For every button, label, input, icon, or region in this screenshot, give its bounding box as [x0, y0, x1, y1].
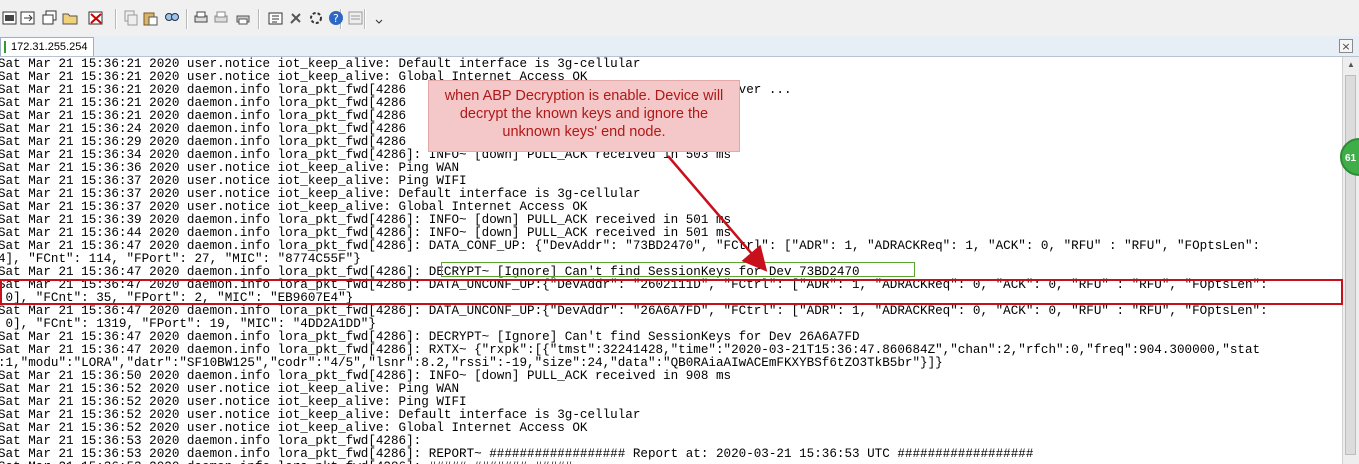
options-icon[interactable]	[268, 10, 284, 26]
script-icon[interactable]	[308, 10, 324, 26]
print-icon[interactable]	[193, 10, 209, 26]
keymap-icon[interactable]	[348, 10, 364, 26]
toolbar-separator	[364, 9, 366, 29]
copy-icon[interactable]	[122, 10, 138, 26]
print-setup-icon[interactable]	[213, 10, 229, 26]
find-icon[interactable]	[164, 10, 180, 26]
session-tab[interactable]: 172.31.255.254	[0, 37, 95, 56]
scroll-thumb[interactable]	[1345, 75, 1356, 455]
open-session-icon[interactable]	[62, 10, 78, 26]
paste-icon[interactable]	[142, 10, 158, 26]
close-tab-icon[interactable]: ×	[1339, 39, 1353, 53]
disconnect-icon[interactable]	[88, 10, 104, 26]
help-icon[interactable]: ?	[328, 10, 344, 26]
annotation-callout: when ABP Decryption is enable. Device wi…	[428, 80, 740, 152]
session-tab-bar: 172.31.255.254 ×	[0, 36, 1359, 57]
vertical-scrollbar[interactable]: ▲	[1342, 57, 1359, 464]
scroll-up-arrow-icon[interactable]: ▲	[1345, 59, 1357, 71]
toolbar-separator	[186, 9, 188, 29]
toolbar-separator	[115, 9, 117, 29]
new-session-icon[interactable]	[2, 10, 18, 26]
tools-icon[interactable]	[288, 10, 304, 26]
reconnect-icon[interactable]	[20, 10, 36, 26]
toolbar: ?	[0, 0, 1359, 37]
decrypt-ignore-highlight-box	[441, 262, 915, 277]
svg-text:?: ?	[333, 12, 339, 25]
session-tab-label: 172.31.255.254	[11, 41, 88, 53]
print-selection-icon[interactable]	[235, 10, 251, 26]
toolbar-overflow-icon[interactable]	[372, 10, 388, 26]
duplicate-session-icon[interactable]	[42, 10, 58, 26]
decrypted-packet-highlight-box	[0, 279, 1343, 305]
toolbar-separator	[258, 9, 260, 29]
